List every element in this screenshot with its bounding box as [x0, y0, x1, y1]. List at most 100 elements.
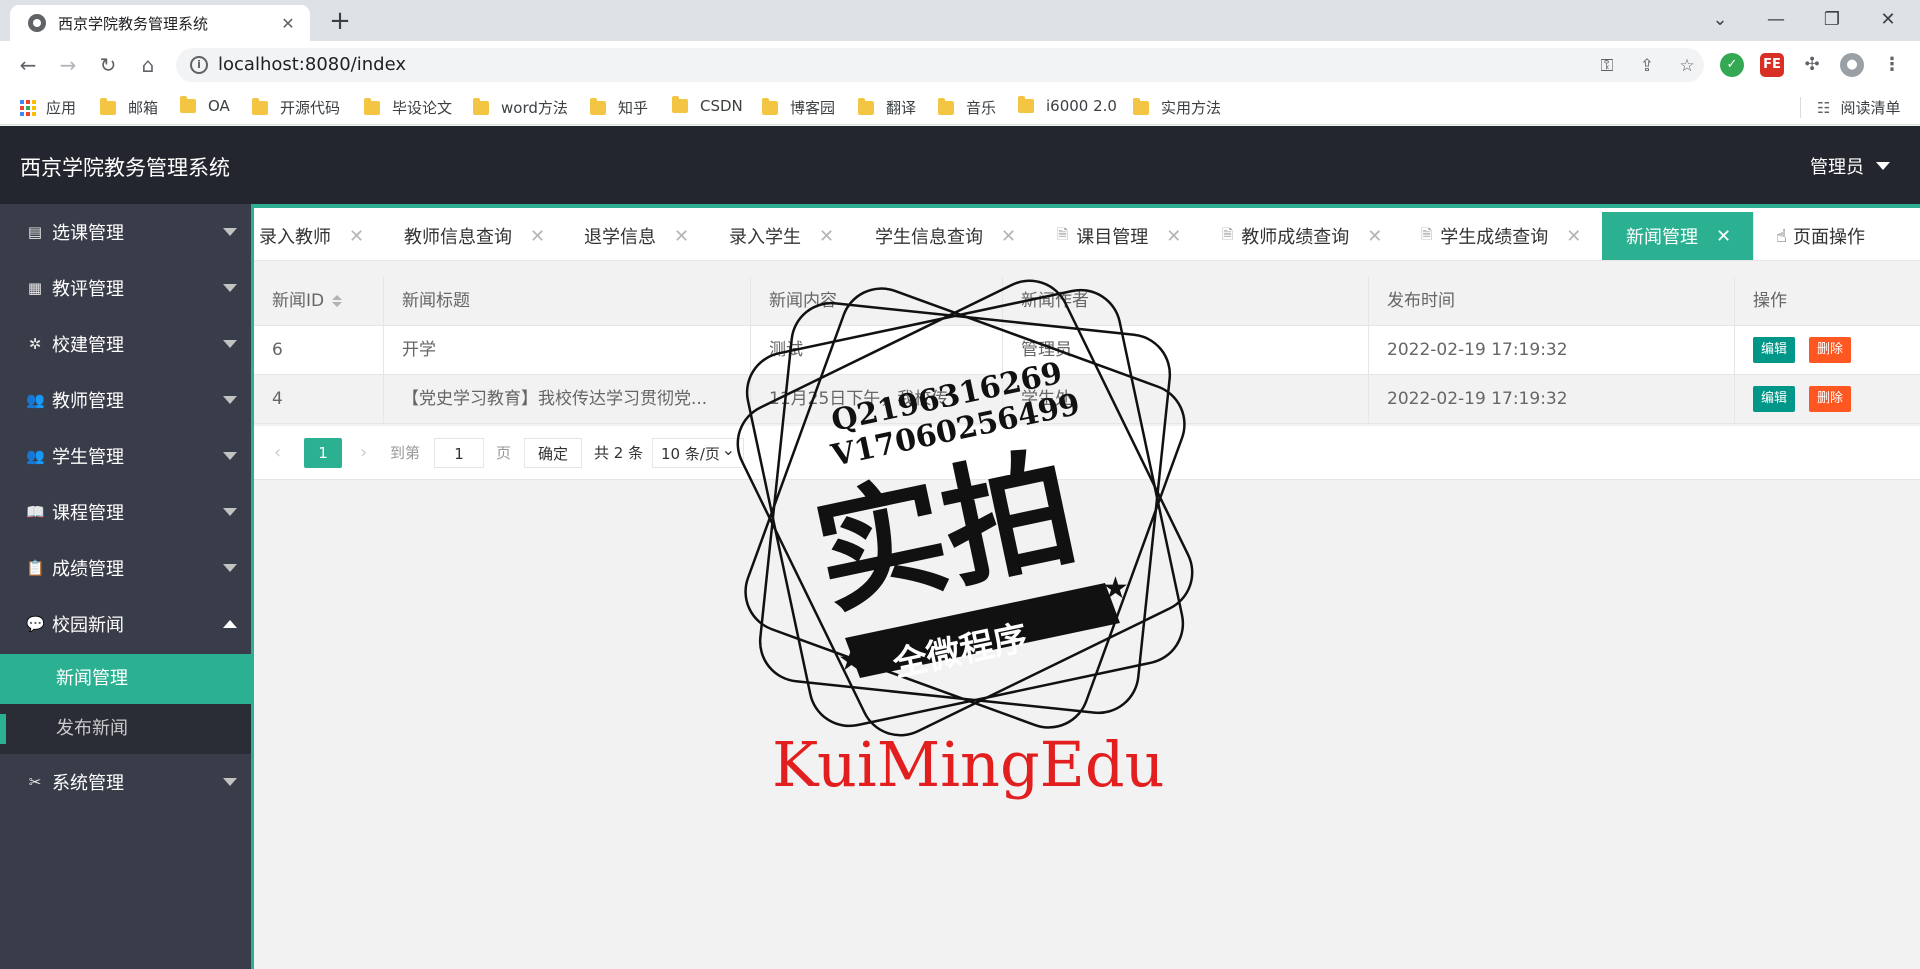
delete-button[interactable]: 删除: [1809, 337, 1852, 363]
sidebar-subitem-publish-news[interactable]: 发布新闻: [0, 704, 251, 754]
next-page-icon[interactable]: ›: [360, 438, 367, 468]
star-icon[interactable]: ☆: [1676, 55, 1698, 77]
caret-up-icon: [223, 620, 237, 628]
sidebar-item-student[interactable]: 👥 学生管理: [0, 428, 251, 484]
close-icon[interactable]: ✕: [1001, 226, 1016, 247]
sidebar-item-teacher[interactable]: 👥 教师管理: [0, 372, 251, 428]
bookmark-folder[interactable]: 邮箱: [100, 97, 158, 118]
bookmark-folder[interactable]: OA: [180, 96, 230, 115]
folder-icon: [762, 97, 778, 115]
close-icon[interactable]: ✕: [1166, 226, 1181, 247]
tab-student-score[interactable]: 🗎 学生成绩查询 ✕: [1421, 212, 1581, 260]
page-size-select[interactable]: 10 条/页: [652, 435, 744, 468]
tools-icon: ✂: [28, 773, 42, 791]
sidebar-item-score[interactable]: 📋 成绩管理: [0, 540, 251, 596]
new-tab-button[interactable]: +: [325, 6, 355, 36]
cell-actions: 编辑 删除: [1735, 326, 1920, 375]
cell-time: 2022-02-19 17:19:32: [1369, 326, 1735, 375]
close-icon[interactable]: ✕: [530, 226, 545, 247]
col-header-title: 新闻标题: [384, 277, 751, 326]
edit-button[interactable]: 编辑: [1753, 386, 1796, 412]
restore-button[interactable]: ❐: [1814, 6, 1850, 34]
page-operation-menu[interactable]: ☝ 页面操作: [1753, 212, 1920, 260]
bookmark-folder[interactable]: i6000 2.0: [1018, 96, 1117, 115]
folder-icon: [180, 96, 196, 113]
folder-icon: [252, 97, 268, 115]
prev-page-icon[interactable]: ‹: [274, 438, 281, 468]
tab-dropout[interactable]: 退学信息 ✕: [584, 212, 689, 260]
bookmark-folder[interactable]: 实用方法: [1133, 97, 1221, 118]
caret-down-icon: [223, 778, 237, 786]
minimize-button[interactable]: —: [1758, 6, 1794, 34]
document-icon: ▤: [27, 223, 43, 241]
tab-student-query[interactable]: 学生信息查询 ✕: [875, 212, 1016, 260]
close-icon[interactable]: ✕: [819, 226, 834, 247]
tab-teacher-score[interactable]: 🗎 教师成绩查询 ✕: [1222, 212, 1382, 260]
bookmark-folder[interactable]: 博客园: [762, 97, 835, 118]
close-icon[interactable]: ✕: [349, 226, 364, 247]
key-icon[interactable]: ⚿: [1596, 55, 1618, 77]
bookmark-apps[interactable]: 应用: [20, 97, 76, 118]
bookmarks-bar: 应用 邮箱 OA 开源代码 毕设论文 word方法 知乎 CSDN 博客园 翻译…: [0, 89, 1920, 125]
user-menu[interactable]: 管理员: [1810, 153, 1890, 179]
window-close-button[interactable]: ✕: [1870, 6, 1906, 34]
user-name: 管理员: [1810, 157, 1864, 178]
chevron-down-icon[interactable]: ⌄: [1702, 6, 1738, 34]
profile-avatar[interactable]: ●: [1840, 53, 1864, 77]
puzzle-icon[interactable]: ✣: [1800, 53, 1824, 77]
close-icon[interactable]: ✕: [1716, 226, 1731, 247]
browser-tab-title: 西京学院教务管理系统: [58, 14, 209, 33]
bookmark-folder[interactable]: 音乐: [938, 97, 996, 118]
col-header-id[interactable]: 新闻ID: [254, 277, 384, 326]
sidebar-item-course-selection[interactable]: ▤ 选课管理: [0, 204, 251, 260]
url-text[interactable]: localhost:8080/index: [218, 54, 406, 75]
sidebar-item-system[interactable]: ✂ 系统管理: [0, 754, 251, 810]
close-icon[interactable]: ✕: [674, 226, 689, 247]
tab-enter-teacher[interactable]: 录入教师 ✕: [259, 212, 364, 260]
confirm-button[interactable]: 确定: [524, 438, 582, 468]
bookmark-folder[interactable]: 翻译: [858, 97, 916, 118]
caret-down-icon: [223, 508, 237, 516]
sort-icon[interactable]: [332, 295, 343, 307]
close-icon[interactable]: ✕: [1566, 226, 1581, 247]
total-count: 共 2 条: [594, 444, 644, 462]
pagination: ‹ 1 › 到第 1 页 确定 共 2 条 10 条/页: [254, 426, 1920, 480]
tab-enter-student[interactable]: 录入学生 ✕: [729, 212, 834, 260]
tab-teacher-query[interactable]: 教师信息查询 ✕: [404, 212, 545, 260]
shield-icon[interactable]: ✓: [1720, 53, 1744, 77]
reload-button[interactable]: ↻: [94, 51, 122, 79]
menu-dots-icon[interactable]: ⋮: [1880, 53, 1904, 77]
sidebar-item-course[interactable]: 📖 课程管理: [0, 484, 251, 540]
page-jump-input[interactable]: 1: [434, 438, 484, 468]
edit-button[interactable]: 编辑: [1753, 337, 1796, 363]
delete-button[interactable]: 删除: [1809, 386, 1852, 412]
home-button[interactable]: ⌂: [134, 51, 162, 79]
tab-news-manage[interactable]: 新闻管理 ✕: [1602, 212, 1756, 260]
bookmark-folder[interactable]: CSDN: [672, 96, 743, 115]
folder-icon: [672, 96, 688, 113]
address-toolbar: ← → ↻ ⌂ i localhost:8080/index ⚿ ⇪ ☆ ✓ F…: [0, 41, 1920, 89]
fe-extension-icon[interactable]: FE: [1760, 53, 1784, 77]
info-icon[interactable]: i: [190, 56, 208, 74]
browser-tab[interactable]: 西京学院教务管理系统 ✕: [10, 5, 310, 41]
bookmark-folder[interactable]: 毕设论文: [364, 97, 452, 118]
bookmark-folder[interactable]: 开源代码: [252, 97, 340, 118]
table-row: 4 【党史学习教育】我校传达学习贯彻党... 11月25日下午，我校传 学生处 …: [254, 375, 1920, 424]
sidebar-item-campus-build[interactable]: ✲ 校建管理: [0, 316, 251, 372]
omnibox[interactable]: i localhost:8080/index ⚿ ⇪ ☆: [176, 48, 1704, 82]
close-icon[interactable]: ✕: [1367, 226, 1382, 247]
page-number-current[interactable]: 1: [304, 438, 342, 468]
page-unit-label: 页: [496, 444, 512, 462]
sidebar-item-teaching-eval[interactable]: ▦ 教评管理: [0, 260, 251, 316]
close-icon[interactable]: ✕: [278, 14, 298, 33]
users-icon: 👥: [26, 391, 45, 409]
bookmark-folder[interactable]: word方法: [473, 97, 568, 118]
tab-subject-manage[interactable]: 🗎 课目管理 ✕: [1057, 212, 1181, 260]
back-button[interactable]: ←: [14, 51, 42, 79]
sidebar-subitem-news-manage[interactable]: 新闻管理: [0, 654, 251, 704]
sidebar-item-campus-news[interactable]: 💬 校园新闻: [0, 596, 251, 652]
reading-list[interactable]: ☷ 阅读清单: [1800, 97, 1900, 118]
bookmark-folder[interactable]: 知乎: [590, 97, 648, 118]
share-icon[interactable]: ⇪: [1636, 55, 1658, 77]
forward-button[interactable]: →: [54, 51, 82, 79]
